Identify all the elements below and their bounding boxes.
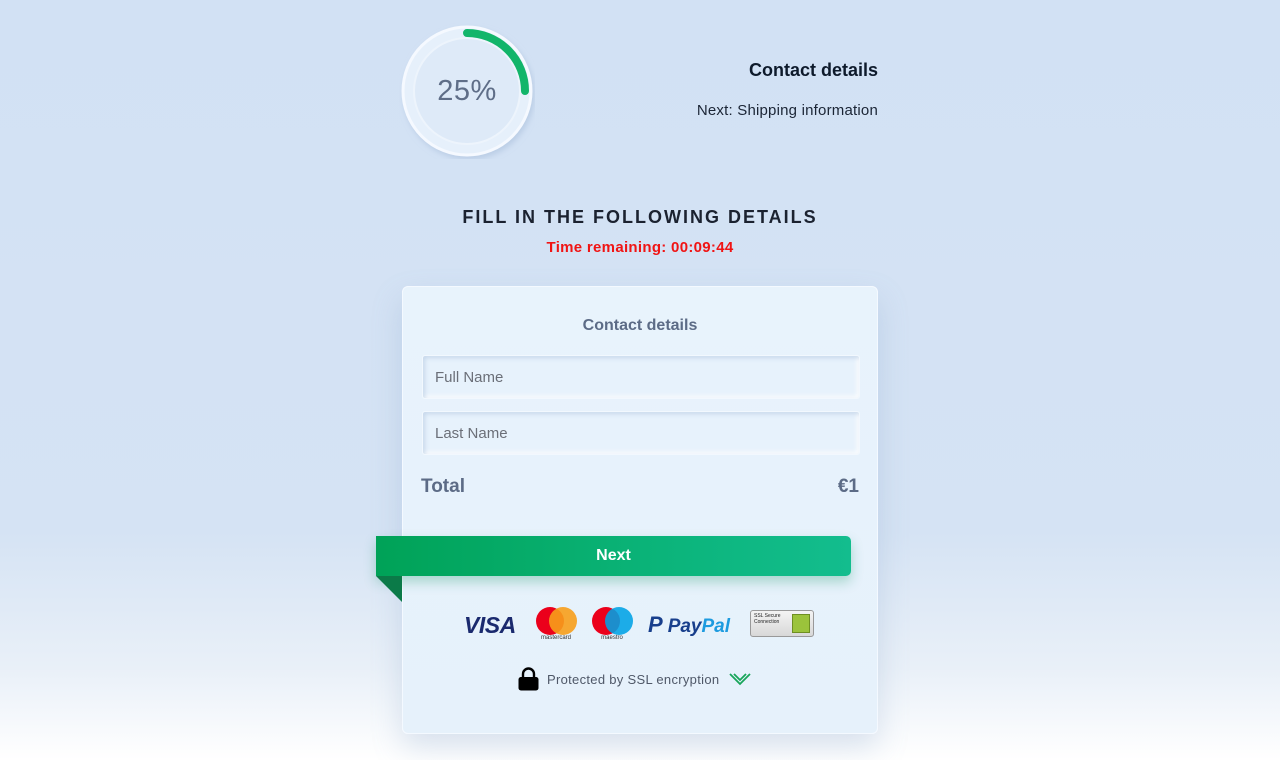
progress-percent: 25% [437,74,497,107]
ssl-badge-lock-icon [792,614,810,633]
security-notice: Protected by SSL encryption [518,667,752,691]
paypal-pay-text: Pay [667,616,702,637]
card-title: Contact details [582,317,698,334]
countdown-timer: Time remaining: 00:09:44 [546,239,734,256]
total-value: €1 [837,476,859,497]
full-name-input[interactable] [423,356,859,398]
lock-icon [518,667,539,691]
current-step-title: Contact details [748,60,878,80]
total-label: Total [421,476,465,497]
ssl-badge-text: SSL Secure Connection [754,613,781,625]
last-name-input[interactable] [423,412,859,454]
payment-logos: VISA mastercard maestro P PayPal SSL Secu… [464,606,816,644]
paypal-p-icon: P [648,612,663,637]
next-step-label: Next: Shipping information [696,102,878,119]
paypal-logo: P PayPal [648,612,730,638]
mastercard-logo: mastercard [534,606,578,644]
progress-ring: 25% [399,23,535,159]
page-heading: FILL IN THE FOLLOWING DETAILS [462,207,818,227]
ribbon-fold [376,576,402,602]
full-name-field [422,355,860,399]
total-row: Total €1 [421,476,859,498]
mastercard-orange-circle [549,607,577,635]
maestro-blue-circle [605,607,633,635]
maestro-logo: maestro [590,606,634,644]
last-name-field [422,411,860,455]
double-chevron-down-icon [729,673,752,686]
ssl-secure-badge: SSL Secure Connection [750,610,814,637]
security-text: Protected by SSL encryption [547,671,720,687]
paypal-pal-text: Pal [701,616,731,637]
maestro-label: maestro [601,635,623,641]
next-button[interactable]: Next [376,536,851,576]
visa-logo: VISA [464,612,516,638]
mastercard-label: mastercard [540,635,571,641]
